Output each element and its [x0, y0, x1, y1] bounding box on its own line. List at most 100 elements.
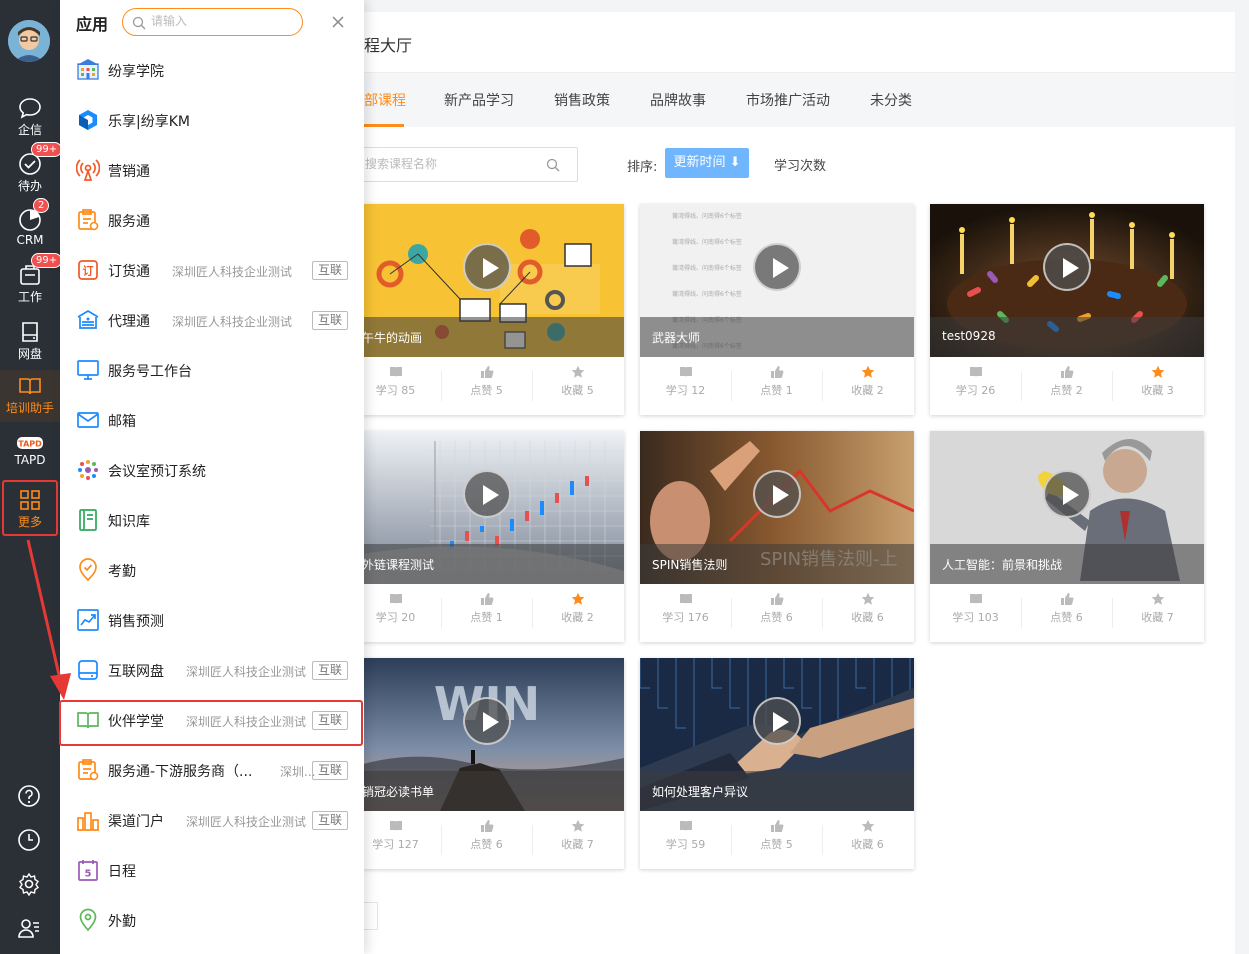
app-item[interactable]: 纷享学院 [74, 50, 358, 90]
sort-by-study-count-button[interactable]: 学习次数 [774, 155, 826, 174]
rail-item-tapd[interactable]: TAPD TAPD [0, 430, 60, 482]
drawer-search[interactable] [122, 8, 303, 36]
course-card[interactable]: test0928 学习 26 点赞 2 收藏 3 [930, 204, 1204, 415]
app-item[interactable]: 5 日程 [74, 850, 358, 890]
rail-item-disk[interactable]: 网盘 [0, 316, 60, 368]
like-icon[interactable] [1060, 365, 1074, 379]
drawer-search-input[interactable] [151, 14, 291, 28]
like-count[interactable]: 点赞 6 [731, 592, 822, 625]
course-card[interactable]: 如何处理客户异议 学习 59 点赞 5 收藏 6 [640, 658, 914, 869]
app-item[interactable]: 会议室预订系统 [74, 450, 358, 490]
like-icon[interactable] [1060, 592, 1074, 606]
like-count[interactable]: 点赞 6 [1021, 592, 1112, 625]
gear-icon[interactable] [17, 872, 41, 896]
like-icon[interactable] [770, 592, 784, 606]
play-icon[interactable] [753, 243, 801, 291]
search-icon[interactable] [546, 158, 560, 172]
favorite-count-text: 收藏 6 [851, 838, 884, 851]
like-count[interactable]: 点赞 2 [1021, 365, 1112, 398]
app-item[interactable]: 邮箱 [74, 400, 358, 440]
tab-all-courses[interactable]: 部课程 [364, 90, 406, 110]
tab-marketing[interactable]: 市场推广活动 [746, 90, 830, 110]
favorite-count[interactable]: 收藏 6 [822, 819, 913, 852]
favorite-star-icon[interactable] [861, 592, 875, 606]
like-count[interactable]: 点赞 6 [441, 819, 532, 852]
rail-item-training[interactable]: 培训助手 [0, 370, 60, 422]
course-thumbnail[interactable]: 莆湾得线、问南得6个标签 莆湾得线、问南得6个标签 莆湾得线、问南得6个标签 莆湾得线… [640, 204, 914, 357]
like-count[interactable]: 点赞 5 [731, 819, 822, 852]
favorite-star-icon[interactable] [571, 592, 585, 606]
course-card[interactable]: 人工智能：前景和挑战 学习 103 点赞 6 收藏 7 [930, 431, 1204, 642]
app-item[interactable]: 订订货通 深圳匠人科技企业测试 互联 [74, 250, 358, 290]
course-search-input[interactable] [365, 157, 545, 171]
course-thumbnail[interactable]: SPIN销售法则-上SPIN销售法则 [640, 431, 914, 584]
like-count[interactable]: 点赞 1 [731, 365, 822, 398]
course-thumbnail[interactable]: 午牛的动画 [350, 204, 624, 357]
app-item[interactable]: 渠道门户 深圳匠人科技企业测试 互联 [74, 800, 358, 840]
app-item[interactable]: 销售预测 [74, 600, 358, 640]
clock-icon[interactable] [17, 828, 41, 852]
favorite-count[interactable]: 收藏 7 [1112, 592, 1203, 625]
app-item[interactable]: 服务号工作台 [74, 350, 358, 390]
favorite-star-icon[interactable] [861, 365, 875, 379]
rail-item-todo[interactable]: 99+ 待办 [0, 142, 63, 200]
favorite-star-icon[interactable] [571, 819, 585, 833]
favorite-star-icon[interactable] [1151, 592, 1165, 606]
avatar[interactable] [8, 20, 50, 62]
rail-item-chat[interactable]: 企信 [0, 92, 60, 144]
play-icon[interactable] [1043, 243, 1091, 291]
close-icon[interactable] [330, 14, 346, 30]
app-item[interactable]: 外勤 [74, 900, 358, 940]
favorite-star-icon[interactable] [861, 819, 875, 833]
course-thumbnail[interactable]: WIN销冠必读书单 [350, 658, 624, 811]
play-icon[interactable] [463, 243, 511, 291]
favorite-star-icon[interactable] [1151, 365, 1165, 379]
contacts-icon[interactable] [17, 916, 41, 940]
tab-new-products[interactable]: 新产品学习 [444, 90, 514, 110]
app-item[interactable]: 服务通-下游服务商（... 深圳... 互联 [74, 750, 358, 790]
sort-by-update-time-button[interactable]: 更新时间 ⬇ [665, 148, 749, 178]
play-icon[interactable] [463, 470, 511, 518]
play-icon[interactable] [1043, 470, 1091, 518]
course-card[interactable]: SPIN销售法则-上SPIN销售法则学习 176 点赞 6 收藏 6 [640, 431, 914, 642]
like-icon[interactable] [770, 819, 784, 833]
like-icon[interactable] [770, 365, 784, 379]
play-icon[interactable] [753, 470, 801, 518]
favorite-star-icon[interactable] [571, 365, 585, 379]
tab-uncategorized[interactable]: 未分类 [870, 90, 912, 110]
app-item[interactable]: 知识库 [74, 500, 358, 540]
like-count[interactable]: 点赞 5 [441, 365, 532, 398]
tab-brand-story[interactable]: 品牌故事 [650, 90, 706, 110]
favorite-count[interactable]: 收藏 5 [532, 365, 623, 398]
play-icon[interactable] [753, 697, 801, 745]
like-icon[interactable] [480, 592, 494, 606]
rail-item-work[interactable]: 99+ 工作 [0, 253, 63, 311]
favorite-count[interactable]: 收藏 3 [1112, 365, 1203, 398]
course-thumbnail[interactable]: 如何处理客户异议 [640, 658, 914, 811]
favorite-count[interactable]: 收藏 2 [532, 592, 623, 625]
favorite-count[interactable]: 收藏 2 [822, 365, 913, 398]
play-icon[interactable] [463, 697, 511, 745]
course-card[interactable]: 午牛的动画 学习 85 点赞 5 收藏 5 [350, 204, 624, 415]
course-thumbnail[interactable]: 人工智能：前景和挑战 [930, 431, 1204, 584]
favorite-count[interactable]: 收藏 7 [532, 819, 623, 852]
like-icon[interactable] [480, 365, 494, 379]
rail-item-crm[interactable]: 2 CRM [0, 198, 60, 256]
course-card[interactable]: 外链课程测试 学习 20 点赞 1 收藏 2 [350, 431, 624, 642]
course-card[interactable]: WIN销冠必读书单学习 127 点赞 6 收藏 7 [350, 658, 624, 869]
favorite-count[interactable]: 收藏 6 [822, 592, 913, 625]
help-icon[interactable] [17, 784, 41, 808]
tab-sales-policy[interactable]: 销售政策 [554, 90, 610, 110]
app-item[interactable]: 代理通 深圳匠人科技企业测试 互联 [74, 300, 358, 340]
course-card[interactable]: 莆湾得线、问南得6个标签 莆湾得线、问南得6个标签 莆湾得线、问南得6个标签 莆湾得线… [640, 204, 914, 415]
app-item[interactable]: 乐享|纷享KM [74, 100, 358, 140]
app-item[interactable]: 考勤 [74, 550, 358, 590]
app-item[interactable]: 营销通 [74, 150, 358, 190]
course-search[interactable] [358, 147, 578, 182]
like-count[interactable]: 点赞 1 [441, 592, 532, 625]
course-thumbnail[interactable]: test0928 [930, 204, 1204, 357]
app-item[interactable]: 互联网盘 深圳匠人科技企业测试 互联 [74, 650, 358, 690]
like-icon[interactable] [480, 819, 494, 833]
app-item[interactable]: 服务通 [74, 200, 358, 240]
course-thumbnail[interactable]: 外链课程测试 [350, 431, 624, 584]
